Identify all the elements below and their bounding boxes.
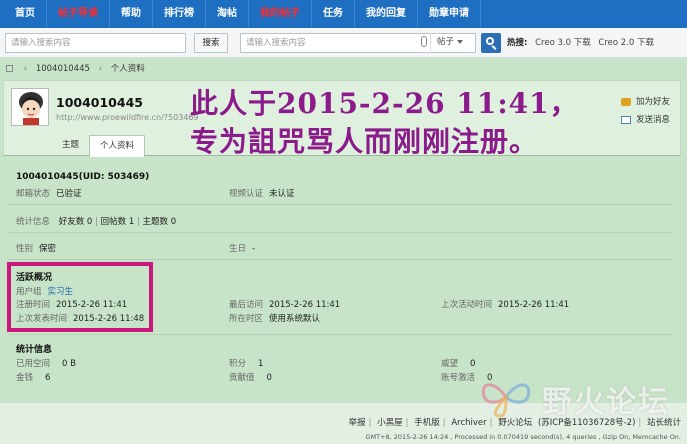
timezone-label: 所在时区 (229, 314, 264, 324)
nav-my-posts[interactable]: 我的帖子 (249, 0, 312, 28)
uid-line: 1004010445(UID: 503469) (16, 172, 150, 182)
hot-link-creo2[interactable]: Creo 2.0 下载 (598, 38, 654, 48)
search-button[interactable] (481, 33, 501, 53)
last-visit-value: 2015-2-26 11:41 (269, 300, 341, 310)
stat-friends[interactable]: 好友数 0 (59, 217, 93, 227)
footer-link-blackroom[interactable]: 小黑屋 (377, 418, 403, 428)
add-friend-button[interactable]: 加为好友 (620, 93, 670, 111)
statistics-section-title: 统计信息 (16, 345, 53, 355)
overlay-annotation-line2: 专为詛咒骂人而刚刚注册。 (190, 125, 539, 158)
footer-meta: GMT+8, 2015-2-26 14:24 , Processed in 0.… (365, 433, 681, 441)
prestige-value: 0 (470, 359, 476, 369)
left-search-input[interactable]: 请输入搜索内容 (5, 33, 186, 53)
breadcrumb: › 1004010445 › 个人资料 (0, 60, 687, 78)
stats-line: 统计信息 好友数 0 | 回帖数 1 | 主题数 0 (16, 217, 177, 227)
send-message-label: 发送消息 (635, 115, 670, 125)
add-friend-icon (620, 97, 631, 106)
breadcrumb-user[interactable]: 1004010445 (36, 64, 90, 74)
stat-replies[interactable]: 回帖数 1 (101, 217, 135, 227)
envelope-icon (620, 115, 631, 124)
overlay-annotation-line1: 此人于2015-2-26 11:41， (190, 87, 579, 120)
video-status-value: 未认证 (269, 189, 295, 199)
tab-threads[interactable]: 主题 (52, 135, 89, 157)
search-icon (486, 37, 494, 45)
home-icon[interactable] (6, 65, 13, 72)
last-visit: 最后访问 2015-2-26 11:41 (229, 298, 340, 310)
used-space-label: 已用空间 (16, 359, 51, 369)
last-active: 上次活动时间 2015-2-26 11:41 (441, 298, 569, 310)
prestige-label: 威望 (441, 359, 459, 369)
timezone: 所在时区 使用系统默认 (229, 312, 320, 324)
watermark-text: 野火论坛 (542, 385, 670, 420)
search-scope-select[interactable]: 帖子 (430, 33, 470, 53)
birthday: 生日 - (229, 242, 255, 254)
money-value: 6 (45, 373, 51, 383)
video-status-label: 视频认证 (229, 189, 264, 199)
footer-link-mobile[interactable]: 手机版 (414, 418, 440, 428)
highlight-box (7, 262, 153, 332)
stat-threads[interactable]: 主题数 0 (143, 217, 177, 227)
money-label: 金钱 (16, 373, 34, 383)
watermark: 野火论坛 (472, 374, 682, 420)
tab-profile[interactable]: 个人资料 (89, 135, 146, 157)
stats-label: 统计信息 (16, 217, 51, 227)
used-space-value: 0 B (62, 359, 76, 369)
contribution-value: 0 (266, 373, 272, 383)
nav-my-replies[interactable]: 我的回复 (355, 0, 418, 28)
birthday-value: - (252, 244, 256, 254)
footer-link-report[interactable]: 举报 (349, 418, 366, 428)
contribution-label: 贡献值 (229, 373, 255, 383)
avatar[interactable] (11, 88, 49, 126)
last-active-value: 2015-2-26 11:41 (498, 300, 570, 310)
gender-label: 性别 (16, 244, 34, 254)
account-activation-label: 账号激活 (441, 373, 476, 383)
birthday-label: 生日 (229, 244, 247, 254)
nav-tasks[interactable]: 任务 (312, 0, 355, 28)
nav-collections[interactable]: 淘帖 (206, 0, 249, 28)
top-nav: 首页 帖子导读 帮助 排行榜 淘帖 我的帖子 任务 我的回复 勋章申请 (0, 0, 687, 28)
nav-post-guide[interactable]: 帖子导读 (47, 0, 110, 28)
microphone-icon[interactable] (421, 36, 427, 47)
profile-url[interactable]: http://www.proewildfire.cn/?503469 (56, 113, 199, 122)
video-status: 视频认证 未认证 (229, 187, 295, 199)
avatar-face-icon (12, 89, 48, 125)
profile-actions: 加为好友 发送消息 (620, 93, 670, 129)
last-visit-label: 最后访问 (229, 300, 264, 310)
timezone-value: 使用系统默认 (269, 314, 321, 324)
profile-tabs: 主题 个人资料 (52, 135, 146, 157)
hot-link-creo3[interactable]: Creo 3.0 下载 (535, 38, 591, 48)
chevron-down-icon (457, 39, 464, 44)
email-status-value: 已验证 (56, 189, 82, 199)
profile-username: 1004010445 (56, 95, 143, 110)
points-value: 1 (258, 359, 264, 369)
butterfly-logo-icon (481, 383, 531, 418)
contribution: 贡献值 0 (229, 371, 272, 383)
hot-searches-label: 热搜: (507, 38, 528, 48)
email-status: 邮箱状态 已验证 (16, 187, 82, 199)
hot-searches: 热搜: Creo 3.0 下载 Creo 2.0 下载 (507, 33, 654, 53)
breadcrumb-current: 个人资料 (110, 64, 145, 74)
send-message-button[interactable]: 发送消息 (620, 111, 670, 129)
money: 金钱 6 (16, 371, 50, 383)
nav-medal-apply[interactable]: 勋章申请 (418, 0, 481, 28)
nav-home[interactable]: 首页 (4, 0, 47, 28)
search-scope-label: 帖子 (437, 37, 455, 47)
add-friend-label: 加为好友 (635, 97, 670, 107)
points: 积分 1 (229, 357, 263, 369)
prestige: 威望 0 (441, 357, 475, 369)
last-active-label: 上次活动时间 (441, 300, 493, 310)
search-bar: 请输入搜索内容 搜索 请输入搜索内容 帖子 热搜: Creo 3.0 下载 Cr… (0, 28, 687, 58)
left-search-button[interactable]: 搜索 (194, 33, 228, 53)
used-space: 已用空间 0 B (16, 357, 76, 369)
email-status-label: 邮箱状态 (16, 189, 51, 199)
nav-ranking[interactable]: 排行榜 (153, 0, 206, 28)
gender: 性别 保密 (16, 242, 56, 254)
nav-help[interactable]: 帮助 (110, 0, 153, 28)
points-label: 积分 (229, 359, 247, 369)
gender-value: 保密 (39, 244, 57, 254)
